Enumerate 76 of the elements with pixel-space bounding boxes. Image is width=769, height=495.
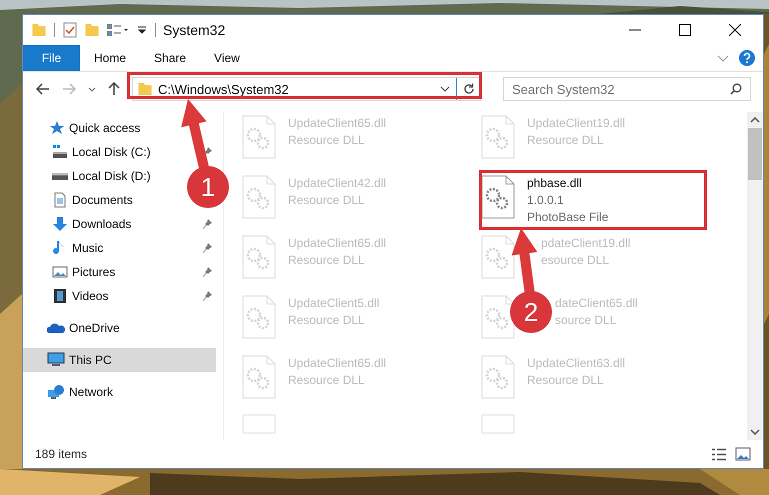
nav-item[interactable]: Pictures <box>23 260 118 284</box>
nav-label: Downloads <box>72 217 132 231</box>
nav-label: Music <box>72 241 104 255</box>
ribbon-tab[interactable]: Share <box>140 45 200 71</box>
document-icon <box>52 192 68 208</box>
file-name[interactable]: phbase.dll <box>527 175 582 192</box>
file-detail: Resource DLL <box>527 372 604 389</box>
nav-label: Local Disk (D:) <box>72 169 151 183</box>
nav-label: Videos <box>72 289 108 303</box>
nav-label: OneDrive <box>69 321 120 335</box>
help-icon[interactable] <box>739 50 755 66</box>
nav-item[interactable]: Local Disk (D:) <box>23 164 153 188</box>
nav-item[interactable]: Local Disk (C:) <box>23 140 153 164</box>
properties-icon[interactable] <box>63 22 77 38</box>
maximize-icon[interactable] <box>679 24 691 36</box>
picture-icon <box>52 264 68 280</box>
details-view-icon[interactable] <box>711 448 727 460</box>
ribbon-tab[interactable]: Home <box>80 45 140 71</box>
nav-item[interactable]: Documents <box>23 188 135 212</box>
nav-label: Documents <box>72 193 133 207</box>
scroll-thumb[interactable] <box>748 128 762 180</box>
file-detail: PhotoBase File <box>527 209 608 226</box>
address-bar[interactable]: C:\Windows\System32 <box>132 77 481 101</box>
download-arrow-icon <box>52 216 68 232</box>
view-options-icon[interactable] <box>107 24 129 36</box>
file-detail: Resource DLL <box>288 132 365 149</box>
file-detail: Resource DLL <box>527 132 604 149</box>
search-icon[interactable] <box>730 83 742 95</box>
ribbon-tab[interactable]: File <box>23 45 80 71</box>
nav-item[interactable]: Network <box>23 380 216 404</box>
refresh-icon[interactable] <box>463 83 475 95</box>
nav-label: Pictures <box>72 265 116 279</box>
window-title: System32 <box>163 22 226 38</box>
ribbon-tab[interactable]: View <box>200 45 254 71</box>
dropdown-icon[interactable] <box>440 86 450 92</box>
pin-icon[interactable] <box>202 243 212 253</box>
file-detail: esource DLL <box>541 252 610 269</box>
pin-icon[interactable] <box>202 267 212 277</box>
nav-item[interactable]: Videos <box>23 284 110 308</box>
nav-item[interactable]: Downloads <box>23 212 134 236</box>
large-icons-view-icon[interactable] <box>735 447 751 461</box>
file-detail: 1.0.0.1 <box>527 192 564 209</box>
drive-icon <box>52 172 68 180</box>
file-detail: Resource DLL <box>288 192 365 209</box>
nav-label: Network <box>69 385 114 399</box>
up-icon[interactable] <box>108 82 120 96</box>
search-field[interactable]: Search System32 <box>503 77 751 101</box>
scroll-down-icon[interactable] <box>750 429 760 435</box>
computer-icon <box>47 352 65 368</box>
nav-label: Local Disk (C:) <box>72 145 151 159</box>
pin-icon[interactable] <box>202 219 212 229</box>
item-count: 189 items <box>35 447 88 461</box>
gear-file-icon[interactable] <box>481 175 515 219</box>
film-icon <box>52 288 68 304</box>
nav-label: Quick access <box>69 121 140 135</box>
scrollbar[interactable] <box>747 112 763 440</box>
close-icon[interactable] <box>729 24 741 36</box>
folder-icon <box>138 83 152 95</box>
minimize-icon[interactable] <box>629 29 641 31</box>
file-detail: Resource DLL <box>288 372 365 389</box>
file-detail: Resource DLL <box>288 252 365 269</box>
dropdown-icon[interactable] <box>137 25 147 35</box>
nav-item[interactable]: OneDrive <box>23 316 216 340</box>
file-detail: source DLL <box>555 312 616 329</box>
scroll-up-icon[interactable] <box>750 117 760 123</box>
chevron-icon[interactable] <box>717 54 729 62</box>
back-icon[interactable] <box>36 83 50 95</box>
file-detail: Resource DLL <box>288 312 365 329</box>
nav-item[interactable]: This PC <box>23 348 216 372</box>
pin-icon[interactable] <box>202 291 212 301</box>
nav-item[interactable]: Quick access <box>23 116 216 140</box>
recent-locations-icon[interactable] <box>88 86 96 92</box>
network-icon <box>47 384 65 400</box>
nav-label: This PC <box>69 353 112 367</box>
drive-icon <box>52 144 68 160</box>
nav-item[interactable]: Music <box>23 236 106 260</box>
